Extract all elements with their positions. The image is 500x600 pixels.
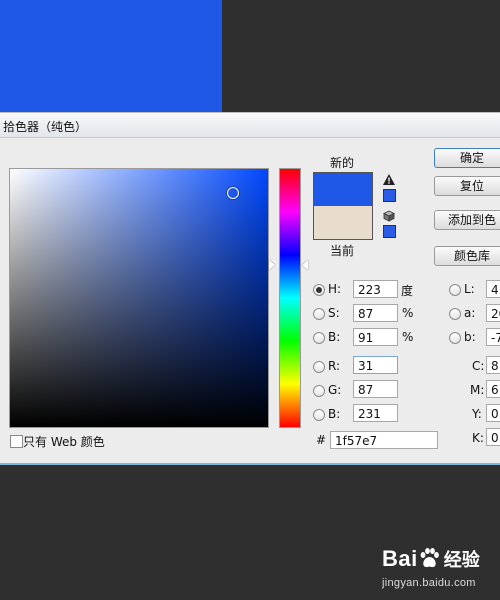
magenta-label: M:	[470, 383, 485, 397]
document-canvas	[0, 0, 222, 112]
hue-unit: 度	[401, 284, 414, 298]
hue-radio[interactable]	[313, 284, 325, 296]
green-input[interactable]: 87	[353, 380, 398, 398]
green-radio[interactable]	[313, 385, 325, 397]
yellow-label: Y:	[472, 407, 482, 421]
lab-b-radio[interactable]	[449, 332, 461, 344]
color-libraries-button[interactable]: 颜色库	[434, 246, 500, 266]
black-input[interactable]: 0	[486, 428, 500, 446]
lab-l-input[interactable]: 4	[486, 280, 500, 298]
gamut-correction-swatch[interactable]	[383, 189, 396, 202]
magenta-input[interactable]: 6	[486, 380, 500, 398]
ok-button[interactable]: 确定	[434, 148, 500, 168]
watermark-url: jingyan.baidu.com	[382, 577, 476, 589]
dialog-title: 拾色器（纯色）	[3, 120, 88, 134]
out-of-gamut-warning-icon[interactable]	[383, 174, 395, 185]
color-picker-dialog: 拾色器（纯色） 新的 当前 确定 复位 添加到色 颜色库 H: 223 度 S:…	[0, 112, 500, 465]
lab-a-radio[interactable]	[449, 308, 461, 320]
lab-a-label: a:	[464, 306, 476, 320]
color-swatch	[313, 172, 373, 240]
add-to-swatches-button[interactable]: 添加到色	[434, 210, 500, 230]
new-color-label: 新的	[330, 156, 355, 170]
blue-label: B:	[328, 407, 341, 421]
brightness-input[interactable]: 91	[353, 328, 398, 346]
web-safe-cube-icon[interactable]	[383, 210, 395, 222]
blue-radio[interactable]	[313, 409, 325, 421]
lab-l-label: L:	[464, 282, 475, 296]
hue-slider-left-arrow-icon[interactable]	[269, 260, 275, 270]
hue-slider[interactable]	[279, 168, 301, 428]
lab-a-input[interactable]: 20	[486, 304, 500, 322]
saturation-unit: %	[402, 306, 414, 320]
dialog-titlebar[interactable]: 拾色器（纯色）	[0, 113, 500, 138]
saturation-label: S:	[328, 306, 340, 320]
web-safe-swatch[interactable]	[383, 225, 396, 238]
brightness-radio[interactable]	[313, 332, 325, 344]
lab-b-label: b:	[464, 330, 476, 344]
web-colors-only-checkbox[interactable]	[10, 435, 23, 448]
cyan-input[interactable]: 8	[486, 356, 500, 374]
yellow-input[interactable]: 0	[486, 404, 500, 422]
brightness-unit: %	[402, 330, 414, 344]
color-field-picker-circle[interactable]	[227, 187, 239, 199]
red-label: R:	[328, 359, 341, 373]
hue-label: H:	[328, 282, 342, 296]
lab-l-radio[interactable]	[449, 284, 461, 296]
black-label: K:	[472, 431, 484, 445]
current-color-label: 当前	[330, 244, 355, 258]
green-label: G:	[328, 383, 342, 397]
saturation-radio[interactable]	[313, 308, 325, 320]
color-field-gradient[interactable]	[10, 169, 268, 427]
hex-label: #	[316, 433, 327, 447]
web-colors-only-label[interactable]: 只有 Web 颜色	[23, 433, 105, 450]
hue-gradient[interactable]	[280, 169, 300, 427]
blue-input[interactable]: 231	[353, 404, 398, 422]
baidu-paw-icon	[420, 548, 439, 568]
watermark-brand: Bai	[382, 546, 418, 571]
brightness-label: B:	[328, 330, 341, 344]
reset-button[interactable]: 复位	[434, 176, 500, 196]
hue-slider-right-arrow-icon[interactable]	[302, 260, 308, 270]
hex-input[interactable]: 1f57e7	[330, 431, 438, 449]
hue-input[interactable]: 223	[353, 280, 398, 298]
lab-b-input[interactable]: -7	[486, 328, 500, 346]
new-color-swatch	[314, 173, 372, 206]
watermark-cn: 经验	[443, 550, 480, 570]
saturation-brightness-field[interactable]	[9, 168, 269, 428]
saturation-input[interactable]: 87	[353, 304, 398, 322]
current-color-swatch[interactable]	[314, 206, 372, 239]
red-input[interactable]: 31	[353, 356, 398, 374]
cyan-label: C:	[472, 359, 485, 373]
red-radio[interactable]	[313, 361, 325, 373]
baidu-jingyan-watermark: Bai 经验 jingyan.baidu.com	[382, 546, 480, 589]
